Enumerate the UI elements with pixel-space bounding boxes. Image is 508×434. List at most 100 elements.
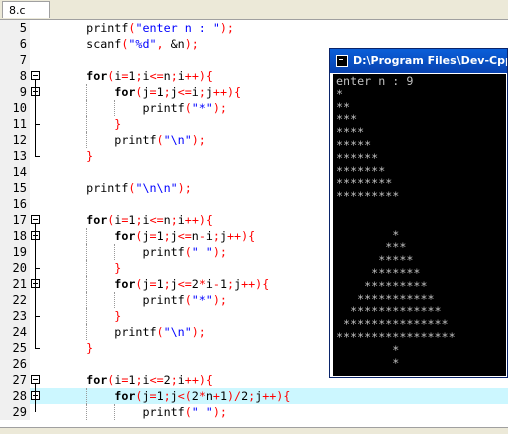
code-token: ++){ — [212, 85, 242, 99]
fold-line — [35, 96, 36, 124]
console-line: ***** — [336, 253, 414, 268]
console-app-icon — [336, 55, 348, 67]
fold-line — [35, 240, 36, 268]
console-line: ***************** — [336, 330, 456, 344]
indent-guide — [86, 308, 87, 324]
code-line-5[interactable]: 5 printf("enter n : "); — [0, 20, 508, 36]
code-token: "%d" — [128, 37, 157, 51]
code-token: for — [114, 229, 136, 243]
indent-guide — [86, 84, 87, 100]
console-line: ************* — [336, 304, 442, 319]
code-text: printf("\n\n"); — [58, 180, 192, 196]
code-token: j — [170, 85, 178, 99]
console-line: enter n : 9 — [336, 74, 414, 88]
code-token: printf — [142, 101, 185, 115]
code-token: j — [142, 85, 150, 99]
line-number: 8 — [19, 69, 27, 83]
code-token: ( — [184, 293, 192, 307]
indent-guide — [86, 276, 87, 292]
fold-minus-icon[interactable] — [31, 215, 40, 224]
fold-line — [35, 400, 36, 412]
code-token: = — [149, 277, 157, 291]
code-token: ; — [135, 213, 143, 227]
line-number: 19 — [12, 245, 27, 259]
code-token: ; — [163, 229, 171, 243]
line-number: 22 — [12, 293, 27, 307]
code-token: n — [163, 213, 171, 227]
code-token: <= — [149, 373, 164, 387]
code-token: <= — [149, 69, 164, 83]
code-token: ; — [198, 85, 206, 99]
fold-minus-icon[interactable] — [31, 71, 40, 80]
code-token: ; — [170, 213, 178, 227]
code-token: printf — [142, 245, 185, 259]
code-token: ; — [212, 229, 220, 243]
code-token: ); — [212, 293, 227, 307]
line-number: 26 — [12, 357, 27, 371]
code-token: ); — [212, 245, 227, 259]
code-line-29[interactable]: 29 printf(" "); — [0, 404, 508, 420]
code-token: "\n" — [163, 325, 192, 339]
code-token: "\n\n" — [135, 181, 178, 195]
code-token: i — [142, 213, 150, 227]
code-token: <= — [177, 229, 192, 243]
code-token: , — [156, 37, 171, 51]
code-text: printf("\n"); — [58, 132, 206, 148]
line-number: 7 — [19, 53, 27, 67]
code-text: scanf("%d", &n); — [58, 36, 199, 52]
code-token: ; — [135, 69, 143, 83]
console-line: *********** — [336, 291, 435, 306]
code-token: j — [142, 229, 150, 243]
indent-guide — [86, 260, 87, 276]
line-number: 20 — [12, 261, 27, 275]
line-number: 10 — [12, 101, 27, 115]
code-token: n — [163, 69, 171, 83]
line-number: 17 — [12, 213, 27, 227]
console-window[interactable]: D:\Program Files\Dev-Cpp\Co enter n : 9 *… — [329, 48, 508, 378]
code-token: for — [86, 373, 108, 387]
code-token: 2 — [163, 373, 171, 387]
console-line: ******* — [336, 266, 421, 280]
code-token: i — [205, 277, 213, 291]
code-token: = — [149, 389, 157, 403]
fold-end-tick — [35, 348, 40, 349]
code-token: - — [212, 277, 220, 291]
code-token: } — [86, 341, 94, 355]
code-token: " " — [191, 245, 213, 259]
code-token: ); — [219, 21, 234, 35]
code-token: "enter n : " — [135, 21, 220, 35]
code-text: } — [58, 260, 121, 276]
code-token: 1 — [219, 389, 228, 403]
code-line-28[interactable]: 28 for(j=1;j<(2*n+1)/2;j++){ — [0, 388, 508, 404]
fold-end-tick — [35, 316, 40, 317]
line-number: 9 — [19, 85, 27, 99]
indent-guide — [114, 244, 115, 260]
code-token: ; — [163, 85, 171, 99]
code-token: j — [170, 277, 178, 291]
indent-guide — [86, 100, 87, 116]
code-token: ++){ — [184, 69, 213, 83]
console-title-bar[interactable]: D:\Program Files\Dev-Cpp\Co — [330, 49, 507, 73]
code-token: ( — [156, 325, 164, 339]
code-text: for(j=1;j<=2*i-1;j++){ — [58, 276, 269, 292]
tab-8c[interactable]: 8.c — [2, 1, 50, 18]
line-number: 28 — [12, 389, 27, 403]
fold-end-tick — [35, 124, 40, 125]
code-token: <( — [177, 389, 192, 403]
fold-minus-icon[interactable] — [31, 375, 40, 384]
code-text: } — [58, 340, 93, 356]
code-token: ( — [184, 245, 192, 259]
console-line: ******** — [336, 176, 393, 191]
code-text: for(i=1;i<=n;i++){ — [58, 212, 213, 228]
code-token: printf — [114, 133, 157, 147]
code-text: printf("*"); — [58, 100, 226, 116]
